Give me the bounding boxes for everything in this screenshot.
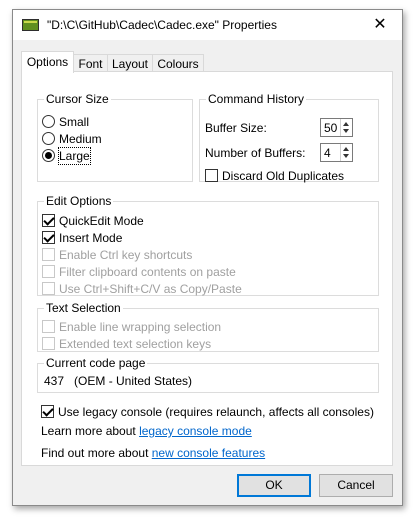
buffer-size-label: Buffer Size: xyxy=(205,121,267,135)
number-of-buffers-value: 4 xyxy=(324,146,331,160)
spin-up-icon[interactable] xyxy=(343,122,349,126)
title-bar[interactable]: "D:\C\GitHub\Cadec\Cadec.exe" Properties… xyxy=(13,10,402,40)
cancel-button[interactable]: Cancel xyxy=(319,474,393,497)
code-page-value: 437 (OEM - United States) xyxy=(44,374,193,388)
legacy-console-mode-link[interactable]: legacy console mode xyxy=(139,424,252,438)
radio-large-icon xyxy=(42,149,55,162)
number-of-buffers-label: Number of Buffers: xyxy=(205,146,306,160)
command-history-legend: Command History xyxy=(206,92,307,106)
quickedit-label: QuickEdit Mode xyxy=(59,214,144,228)
buffer-size-spinner[interactable]: 50 xyxy=(320,118,353,137)
ctrl-shortcuts-label: Enable Ctrl key shortcuts xyxy=(59,248,193,262)
checkbox-icon xyxy=(205,169,218,182)
learn-more-line: Learn more about legacy console mode xyxy=(41,424,252,438)
console-app-icon xyxy=(22,19,39,31)
cursor-size-legend: Cursor Size xyxy=(44,92,111,106)
tab-font[interactable]: Font xyxy=(73,54,108,72)
cursor-large-label: Large xyxy=(58,147,91,165)
buffer-size-value: 50 xyxy=(324,121,338,135)
checkbox-checked-icon xyxy=(42,231,55,244)
edit-options-legend: Edit Options xyxy=(44,194,114,208)
ok-button[interactable]: OK xyxy=(237,474,311,497)
code-page-legend: Current code page xyxy=(44,356,148,370)
window-title: "D:\C\GitHub\Cadec\Cadec.exe" Properties xyxy=(47,18,277,32)
options-panel: Cursor Size Small Medium Large Command H… xyxy=(21,71,393,466)
find-out-prefix: Find out more about xyxy=(41,446,152,460)
insert-mode-label: Insert Mode xyxy=(59,231,123,245)
learn-more-prefix: Learn more about xyxy=(41,424,140,438)
ctrl-shift-cv-label: Use Ctrl+Shift+C/V as Copy/Paste xyxy=(59,282,242,296)
spin-down-icon[interactable] xyxy=(343,154,349,158)
tab-options[interactable]: Options xyxy=(21,51,74,73)
spin-up-icon[interactable] xyxy=(343,147,349,151)
code-page-group: Current code page 437 (OEM - United Stat… xyxy=(37,356,379,393)
checkbox-icon xyxy=(42,282,55,295)
extended-keys-label: Extended text selection keys xyxy=(59,337,212,351)
text-selection-legend: Text Selection xyxy=(44,301,123,315)
radio-small-icon xyxy=(42,115,55,128)
tab-layout[interactable]: Layout xyxy=(107,54,153,72)
checkbox-icon xyxy=(42,337,55,350)
close-icon[interactable]: ✕ xyxy=(360,10,400,40)
number-of-buffers-spinner[interactable]: 4 xyxy=(320,143,353,162)
find-out-line: Find out more about new console features xyxy=(41,446,265,460)
new-console-features-link[interactable]: new console features xyxy=(152,446,265,460)
command-history-group: Command History Buffer Size: 50 Number o… xyxy=(199,92,379,183)
cursor-small-label: Small xyxy=(59,115,90,129)
buffer-size-arrows[interactable] xyxy=(340,119,352,136)
checkbox-icon xyxy=(42,320,55,333)
checkbox-checked-icon xyxy=(41,405,54,418)
tab-colours[interactable]: Colours xyxy=(152,54,204,72)
legacy-console-label: Use legacy console (requires relaunch, a… xyxy=(58,405,374,419)
checkbox-checked-icon xyxy=(42,214,55,227)
radio-medium-icon xyxy=(42,132,55,145)
number-of-buffers-arrows[interactable] xyxy=(340,144,352,161)
checkbox-icon xyxy=(42,265,55,278)
text-selection-group: Text Selection Enable line wrapping sele… xyxy=(37,301,379,352)
line-wrapping-label: Enable line wrapping selection xyxy=(59,320,222,334)
properties-dialog: "D:\C\GitHub\Cadec\Cadec.exe" Properties… xyxy=(12,9,403,506)
checkbox-icon xyxy=(42,248,55,261)
edit-options-group: Edit Options QuickEdit Mode Insert Mode … xyxy=(37,194,379,296)
discard-duplicates-label: Discard Old Duplicates xyxy=(222,169,345,183)
spin-down-icon[interactable] xyxy=(343,129,349,133)
filter-clipboard-label: Filter clipboard contents on paste xyxy=(59,265,236,279)
cursor-size-group: Cursor Size Small Medium Large xyxy=(37,92,193,182)
cursor-medium-label: Medium xyxy=(59,132,102,146)
